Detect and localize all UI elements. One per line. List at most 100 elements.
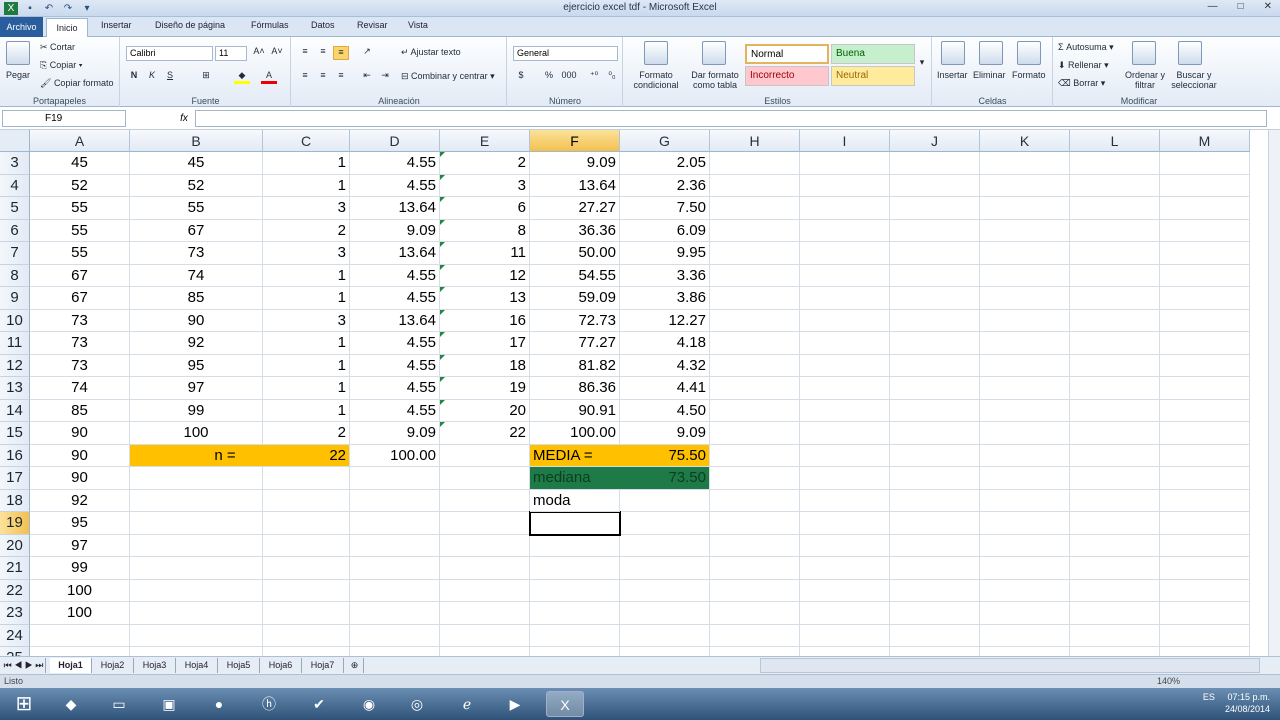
cell-j24[interactable] xyxy=(890,624,980,647)
cell-g24[interactable] xyxy=(620,624,710,647)
dropbox-icon[interactable]: ◆ xyxy=(52,691,90,717)
cell-c18[interactable] xyxy=(263,489,350,512)
row-header[interactable]: 21 xyxy=(0,557,30,580)
cell-g13[interactable]: 4.41 xyxy=(620,377,710,400)
cell-f17[interactable]: mediana xyxy=(530,467,620,490)
align-middle-icon[interactable]: ≡ xyxy=(315,46,331,60)
cell-j22[interactable] xyxy=(890,579,980,602)
cell-f22[interactable] xyxy=(530,579,620,602)
cell-j12[interactable] xyxy=(890,354,980,377)
decrease-indent-icon[interactable]: ⇤ xyxy=(359,70,375,84)
cell-d16[interactable]: 100.00 xyxy=(350,444,440,467)
cell-l17[interactable] xyxy=(1070,467,1160,490)
cell-g7[interactable]: 9.95 xyxy=(620,242,710,265)
cell-f6[interactable]: 36.36 xyxy=(530,219,620,242)
sheet-tab-hoja7[interactable]: Hoja7 xyxy=(302,658,344,673)
cell-b14[interactable]: 99 xyxy=(130,399,263,422)
cell-d3[interactable]: 4.55 xyxy=(350,152,440,175)
cell-g5[interactable]: 7.50 xyxy=(620,197,710,220)
cell-g8[interactable]: 3.36 xyxy=(620,264,710,287)
cell-g10[interactable]: 12.27 xyxy=(620,309,710,332)
sheet-tab-hoja1[interactable]: Hoja1 xyxy=(50,658,92,673)
row-header[interactable]: 4 xyxy=(0,174,30,197)
cell-i7[interactable] xyxy=(800,242,890,265)
cell-g3[interactable]: 2.05 xyxy=(620,152,710,175)
style-incorrecto[interactable]: Incorrecto xyxy=(745,66,829,86)
minimize-icon[interactable]: — xyxy=(1208,1,1218,12)
cell-i10[interactable] xyxy=(800,309,890,332)
cell-c5[interactable]: 3 xyxy=(263,197,350,220)
formula-input[interactable] xyxy=(195,110,1267,127)
cell-j9[interactable] xyxy=(890,287,980,310)
cell-b21[interactable] xyxy=(130,557,263,580)
cell-i9[interactable] xyxy=(800,287,890,310)
cell-e9[interactable]: 13 xyxy=(440,287,530,310)
cell-j18[interactable] xyxy=(890,489,980,512)
cell-l12[interactable] xyxy=(1070,354,1160,377)
cell-a3[interactable]: 45 xyxy=(30,152,130,175)
cell-h3[interactable] xyxy=(710,152,800,175)
font-size-combo[interactable]: 11 xyxy=(215,46,247,61)
align-bottom-icon[interactable]: ≡ xyxy=(333,46,349,60)
firefox-icon[interactable]: ◉ xyxy=(350,691,388,717)
cell-m5[interactable] xyxy=(1160,197,1250,220)
cell-b17[interactable] xyxy=(130,467,263,490)
cell-f10[interactable]: 72.73 xyxy=(530,309,620,332)
cell-k13[interactable] xyxy=(980,377,1070,400)
cell-h5[interactable] xyxy=(710,197,800,220)
cell-h19[interactable] xyxy=(710,512,800,535)
excel-taskbar-icon[interactable]: X xyxy=(546,691,584,717)
cell-a8[interactable]: 67 xyxy=(30,264,130,287)
cell-e7[interactable]: 11 xyxy=(440,242,530,265)
cell-g12[interactable]: 4.32 xyxy=(620,354,710,377)
cell-b20[interactable] xyxy=(130,534,263,557)
vertical-scrollbar[interactable] xyxy=(1268,130,1280,656)
fill-button[interactable]: ⬇ Rellenar ▾ xyxy=(1058,60,1109,71)
cell-c23[interactable] xyxy=(263,602,350,625)
delete-cells-button[interactable]: Eliminar xyxy=(973,70,1006,80)
cell-a21[interactable]: 99 xyxy=(30,557,130,580)
cell-l15[interactable] xyxy=(1070,422,1160,445)
row-header[interactable]: 5 xyxy=(0,197,30,220)
cell-j23[interactable] xyxy=(890,602,980,625)
cell-j17[interactable] xyxy=(890,467,980,490)
cell-k17[interactable] xyxy=(980,467,1070,490)
cell-k4[interactable] xyxy=(980,174,1070,197)
cell-a17[interactable]: 90 xyxy=(30,467,130,490)
cell-h20[interactable] xyxy=(710,534,800,557)
cell-b6[interactable]: 67 xyxy=(130,219,263,242)
cell-m15[interactable] xyxy=(1160,422,1250,445)
cell-l16[interactable] xyxy=(1070,444,1160,467)
sheet-nav-arrows[interactable]: ⏮ ◀ ▶ ⏭ xyxy=(2,658,46,673)
sort-filter-icon[interactable] xyxy=(1132,41,1156,65)
cell-l5[interactable] xyxy=(1070,197,1160,220)
cell-h22[interactable] xyxy=(710,579,800,602)
cell-g4[interactable]: 2.36 xyxy=(620,174,710,197)
cell-h8[interactable] xyxy=(710,264,800,287)
cell-m3[interactable] xyxy=(1160,152,1250,175)
cell-c17[interactable] xyxy=(263,467,350,490)
cell-e10[interactable]: 16 xyxy=(440,309,530,332)
row-header[interactable]: 22 xyxy=(0,579,30,602)
cell-m8[interactable] xyxy=(1160,264,1250,287)
cell-e6[interactable]: 8 xyxy=(440,219,530,242)
clear-button[interactable]: ⌫ Borrar ▾ xyxy=(1058,78,1105,89)
cell-h4[interactable] xyxy=(710,174,800,197)
column-header-l[interactable]: L xyxy=(1070,130,1160,152)
align-top-icon[interactable]: ≡ xyxy=(297,46,313,60)
cell-k16[interactable] xyxy=(980,444,1070,467)
cell-j21[interactable] xyxy=(890,557,980,580)
zoom-level[interactable]: 140% xyxy=(1157,675,1180,688)
sheet-tab-hoja6[interactable]: Hoja6 xyxy=(260,658,302,673)
font-color-icon[interactable]: A xyxy=(261,70,277,84)
cell-b22[interactable] xyxy=(130,579,263,602)
cell-e15[interactable]: 22 xyxy=(440,422,530,445)
cell-a25[interactable] xyxy=(30,647,130,656)
tab-insertar[interactable]: Insertar xyxy=(101,20,132,30)
cell-e18[interactable] xyxy=(440,489,530,512)
row-header[interactable]: 3 xyxy=(0,152,30,175)
cell-b19[interactable] xyxy=(130,512,263,535)
align-right-icon[interactable]: ≡ xyxy=(333,70,349,84)
cell-c3[interactable]: 1 xyxy=(263,152,350,175)
cell-c16[interactable]: 22 xyxy=(263,444,350,467)
